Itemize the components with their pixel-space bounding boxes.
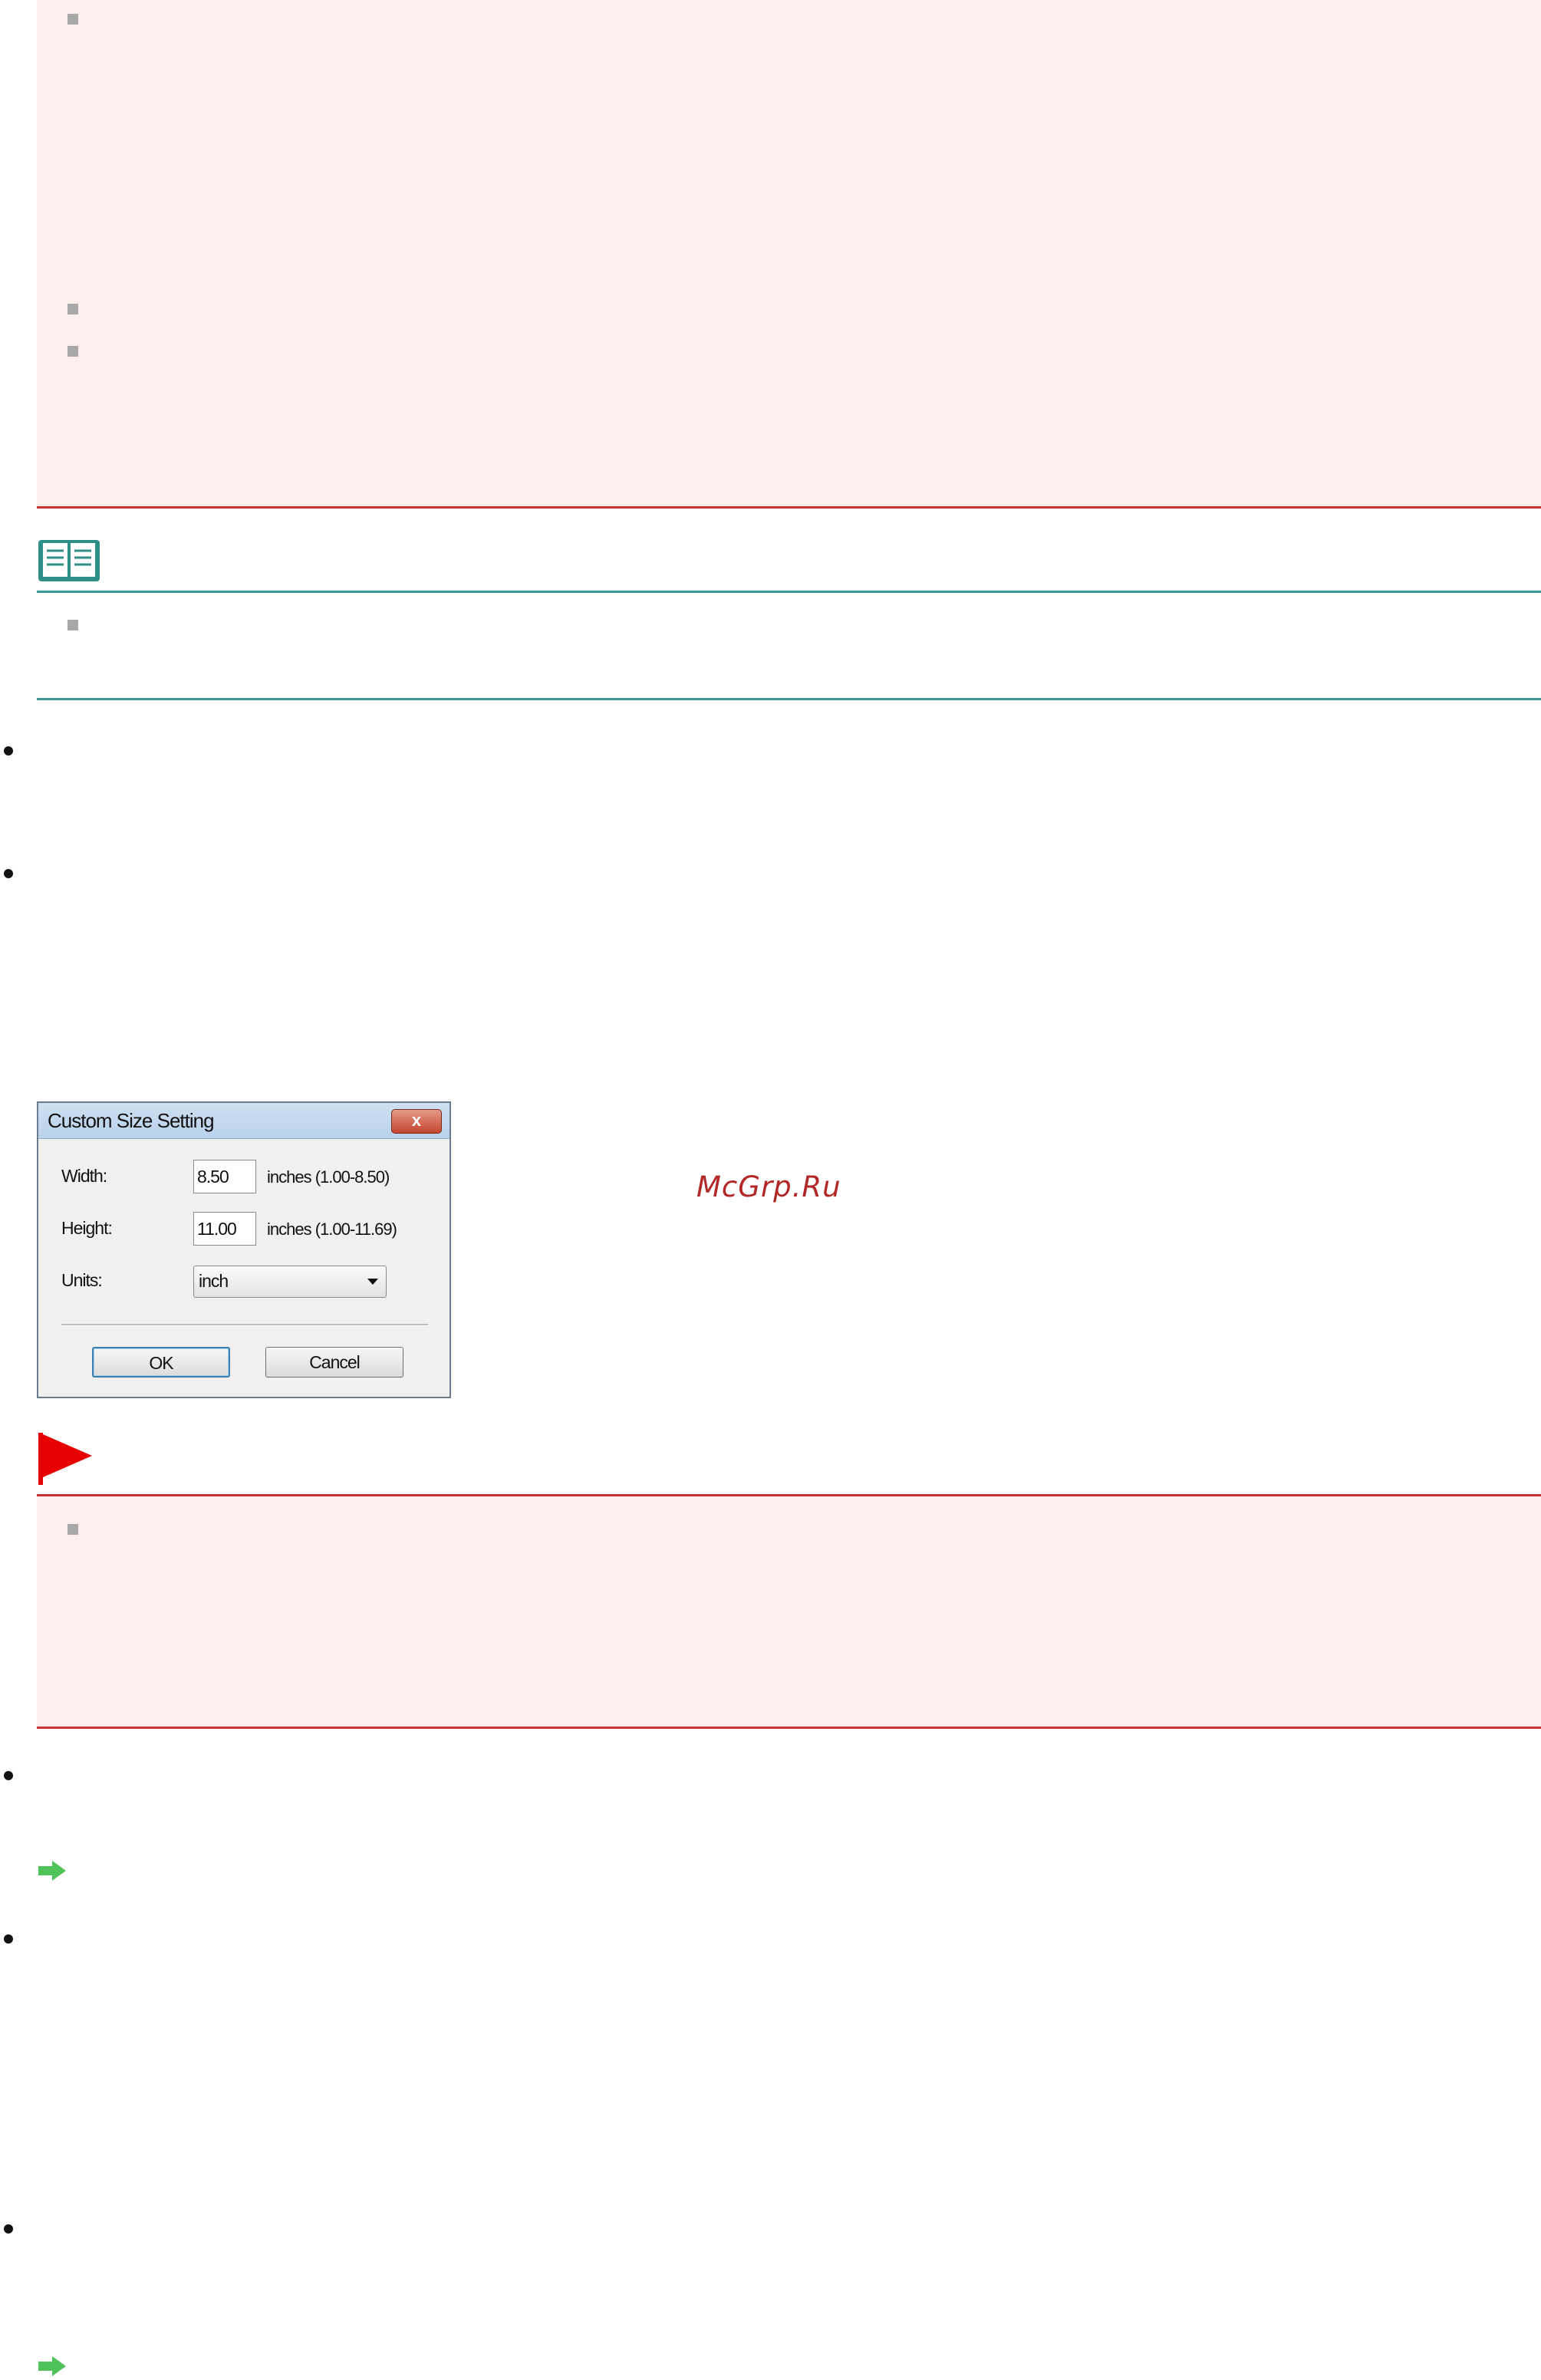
units-select[interactable]: inch xyxy=(193,1266,387,1298)
square-bullet xyxy=(68,1524,78,1535)
width-field[interactable] xyxy=(193,1160,256,1193)
units-label: Units: xyxy=(61,1270,103,1290)
square-bullet xyxy=(68,14,78,25)
ok-button[interactable]: OK xyxy=(92,1347,230,1378)
square-bullet xyxy=(68,304,78,314)
green-arrow-icon[interactable] xyxy=(37,2355,68,2378)
green-arrow-icon[interactable] xyxy=(37,1859,68,1882)
height-range: inches (1.00-11.69) xyxy=(267,1220,397,1239)
chevron-down-icon xyxy=(367,1279,378,1285)
square-bullet xyxy=(68,346,78,357)
important-box xyxy=(37,1494,1541,1729)
height-label: Height: xyxy=(61,1218,113,1238)
red-flag-icon xyxy=(38,1433,92,1485)
list-bullet xyxy=(4,2224,13,2234)
list-bullet xyxy=(4,1771,13,1780)
dialog-title-bar[interactable]: Custom Size Setting x xyxy=(38,1103,449,1139)
cancel-button[interactable]: Cancel xyxy=(265,1347,403,1378)
note-bottom-rule xyxy=(37,698,1541,700)
list-bullet xyxy=(4,869,13,878)
units-selected-value: inch xyxy=(199,1271,229,1291)
important-box-top xyxy=(37,0,1541,509)
width-range: inches (1.00-8.50) xyxy=(267,1167,390,1187)
square-bullet xyxy=(68,620,78,630)
dialog-separator xyxy=(61,1324,428,1326)
height-field[interactable] xyxy=(193,1212,256,1246)
list-bullet xyxy=(4,1934,13,1944)
close-icon: x xyxy=(411,1111,422,1130)
custom-size-setting-dialog: Custom Size Setting x Width: inches (1.0… xyxy=(37,1101,451,1398)
width-label: Width: xyxy=(61,1166,107,1186)
note-book-icon xyxy=(38,540,100,581)
list-bullet xyxy=(4,746,13,755)
note-top-rule xyxy=(37,591,1541,593)
watermark-text: McGrp.Ru xyxy=(696,1170,841,1203)
close-button[interactable]: x xyxy=(391,1109,442,1134)
dialog-title: Custom Size Setting xyxy=(48,1109,215,1132)
